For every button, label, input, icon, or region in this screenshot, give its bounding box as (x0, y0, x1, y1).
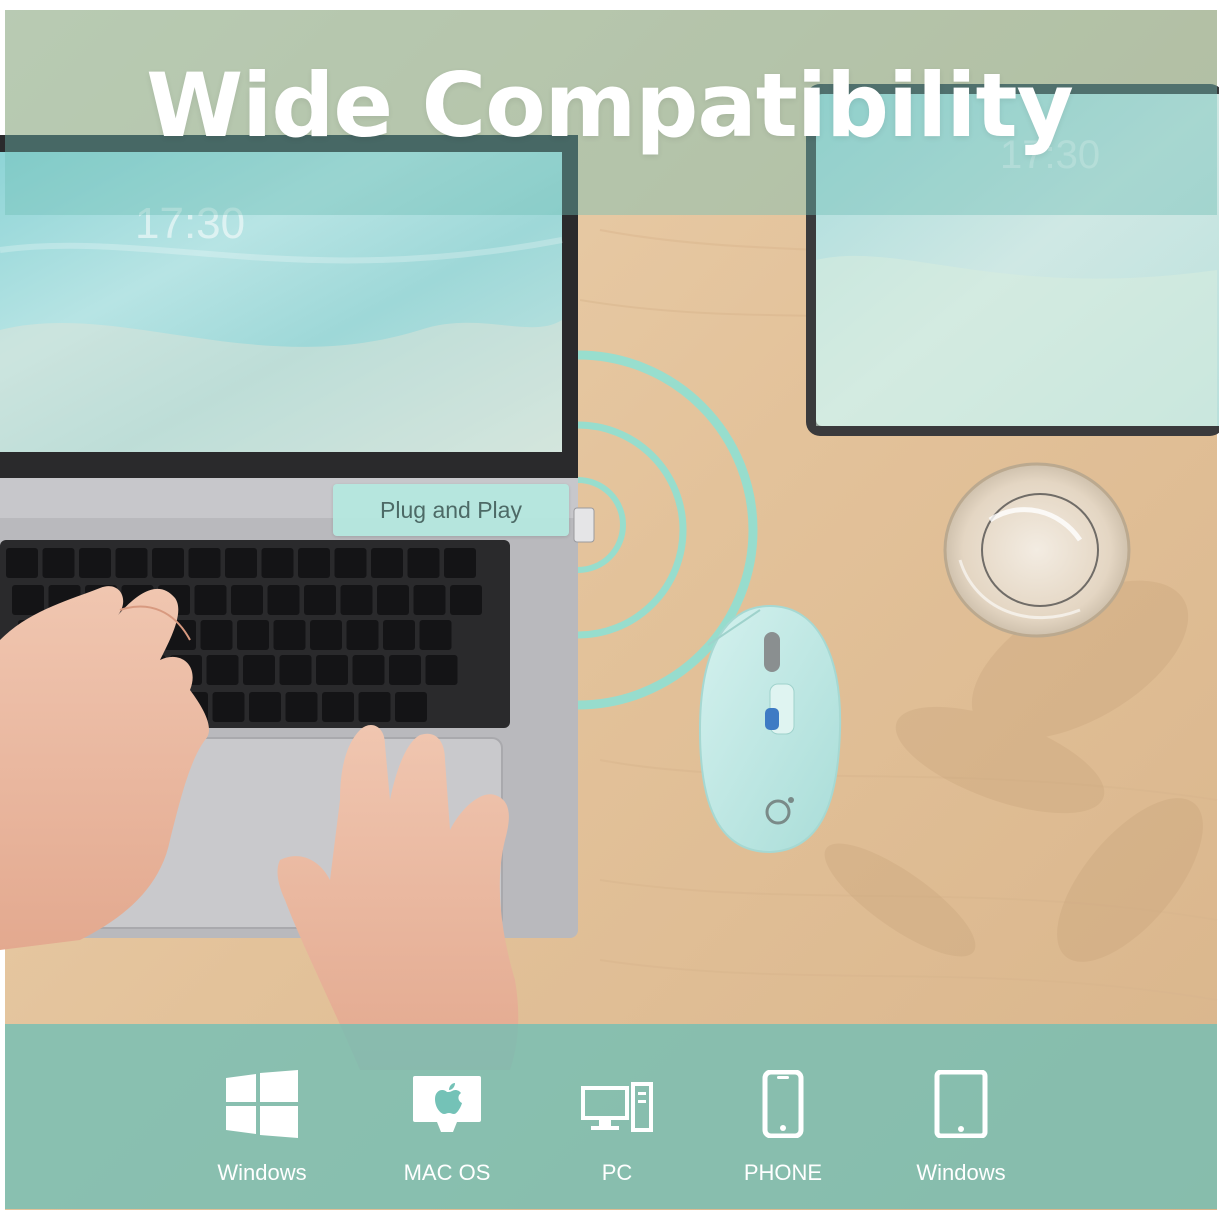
keyboard-key (200, 620, 233, 650)
platform-label: PC (601, 1160, 633, 1185)
dpi-button (765, 708, 779, 730)
keyboard-key (413, 585, 446, 615)
keyboard-key (389, 655, 421, 685)
keyboard-key (419, 620, 452, 650)
usb-receiver (573, 507, 595, 543)
keyboard-key (334, 548, 367, 578)
scroll-wheel (764, 632, 780, 672)
keyboard-key (444, 548, 476, 578)
keyboard-key (115, 548, 148, 578)
keyboard-key (79, 548, 111, 578)
platform-label: Windows (217, 1160, 307, 1185)
headline: Wide Compatibility (146, 54, 1074, 157)
product-image: 17:30 17:30 Wide Compatibility Plug and … (0, 0, 1219, 1219)
keyboard-key (279, 655, 312, 685)
platform-windows: Windows (177, 1070, 347, 1186)
keyboard-key (42, 548, 75, 578)
platform-phone: PHONE (698, 1070, 868, 1186)
wireless-mouse (698, 604, 842, 854)
apple-monitor-icon (413, 1076, 481, 1132)
keyboard-key (212, 692, 245, 722)
keyboard-key (352, 655, 385, 685)
keyboard-key (425, 655, 458, 685)
tablet-icon (934, 1070, 988, 1138)
platform-mac: MAC OS (362, 1070, 532, 1186)
keyboard-key (346, 620, 379, 650)
keyboard-key (285, 692, 318, 722)
drinking-glass (943, 462, 1131, 638)
keyboard-key (231, 585, 263, 615)
keyboard-key (267, 585, 300, 615)
keyboard-key (371, 548, 403, 578)
keyboard-key (395, 692, 427, 722)
keyboard-key (310, 620, 342, 650)
keyboard-key (383, 620, 415, 650)
keyboard-key (206, 655, 239, 685)
platform-tablet: Windows (876, 1070, 1046, 1186)
keyboard-key (225, 548, 257, 578)
keyboard-key (249, 692, 281, 722)
keyboard-key (12, 585, 44, 615)
platform-label: PHONE (743, 1160, 823, 1185)
keyboard-key (322, 692, 354, 722)
keyboard-key (377, 585, 409, 615)
keyboard-key (152, 548, 184, 578)
windows-logo-icon (226, 1070, 298, 1138)
platform-label: MAC OS (403, 1160, 491, 1185)
keyboard-key (358, 692, 391, 722)
keyboard-key (261, 548, 294, 578)
keyboard-key (188, 548, 221, 578)
keyboard-key (316, 655, 348, 685)
plug-and-play-badge: Plug and Play (333, 484, 569, 536)
smartphone-icon (762, 1070, 804, 1138)
keyboard-key (407, 548, 440, 578)
platform-pc: PC (532, 1070, 702, 1186)
keyboard-key (340, 585, 373, 615)
keyboard-key (304, 585, 336, 615)
desktop-pc-icon (581, 1082, 653, 1132)
keyboard-key (6, 548, 38, 578)
keyboard-key (194, 585, 227, 615)
keyboard-key (243, 655, 275, 685)
keyboard-key (273, 620, 306, 650)
platform-label: Windows (916, 1160, 1006, 1185)
keyboard-key (237, 620, 269, 650)
keyboard-key (450, 585, 482, 615)
keyboard-key (298, 548, 330, 578)
